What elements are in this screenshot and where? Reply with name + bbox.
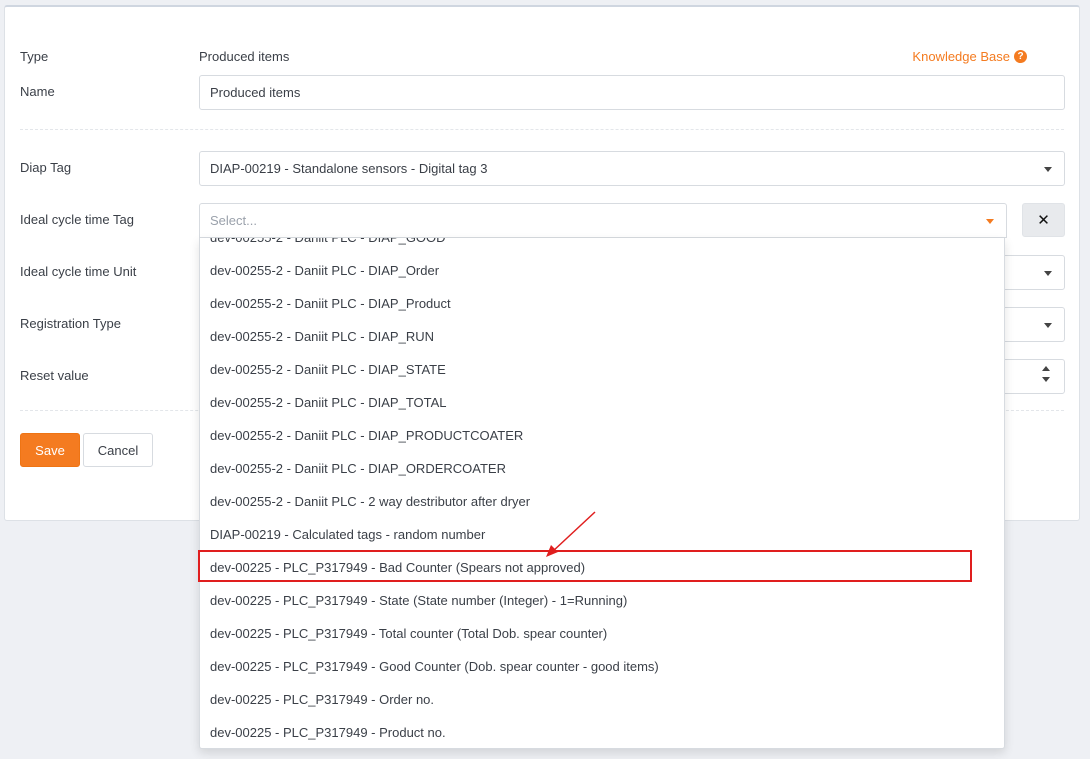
ideal-cycle-time-unit-label: Ideal cycle time Unit [20, 264, 137, 279]
dropdown-option[interactable]: dev-00225 - PLC_P317949 - Total counter … [200, 617, 1004, 650]
spinner-arrows-icon[interactable] [1042, 366, 1050, 382]
knowledge-base-label: Knowledge Base [912, 49, 1010, 64]
dropdown-option[interactable]: DIAP-00219 - Calculated tags - random nu… [200, 518, 1004, 551]
dropdown-option-list: dev-00255-2 - Daniit PLC - DIAP_GOODdev-… [200, 238, 1004, 748]
type-label: Type [20, 49, 49, 64]
dropdown-option[interactable]: dev-00255-2 - Daniit PLC - DIAP_GOOD [200, 238, 1004, 254]
diap-tag-select[interactable]: DIAP-00219 - Standalone sensors - Digita… [199, 151, 1065, 186]
ideal-cycle-time-tag-dropdown[interactable]: dev-00255-2 - Daniit PLC - DIAP_GOODdev-… [199, 238, 1005, 749]
dropdown-option[interactable]: dev-00255-2 - Daniit PLC - 2 way destrib… [200, 485, 1004, 518]
diap-tag-label: Diap Tag [20, 160, 72, 175]
spinner-down-icon[interactable] [1042, 377, 1050, 382]
cancel-button[interactable]: Cancel [83, 433, 153, 467]
caret-down-icon [1044, 166, 1052, 172]
type-value: Produced items [199, 49, 290, 64]
dropdown-option[interactable]: dev-00255-2 - Daniit PLC - DIAP_Product [200, 287, 1004, 320]
dropdown-option[interactable]: dev-00255-2 - Daniit PLC - DIAP_ORDERCOA… [200, 452, 1004, 485]
dropdown-option[interactable]: dev-00225 - PLC_P317949 - Product no. [200, 716, 1004, 748]
spinner-up-icon[interactable] [1042, 366, 1050, 371]
section-divider [20, 129, 1064, 130]
dropdown-option[interactable]: dev-00225 - PLC_P317949 - Good Counter (… [200, 650, 1004, 683]
dropdown-option[interactable]: dev-00225 - PLC_P317949 - Bad Counter (S… [200, 551, 1004, 584]
reset-value-label: Reset value [20, 368, 89, 383]
caret-down-icon [1044, 322, 1052, 328]
name-label: Name [20, 84, 55, 99]
dropdown-option[interactable]: dev-00255-2 - Daniit PLC - DIAP_PRODUCTC… [200, 419, 1004, 452]
dropdown-option[interactable]: dev-00255-2 - Daniit PLC - DIAP_Order [200, 254, 1004, 287]
caret-down-icon [986, 218, 994, 224]
save-button[interactable]: Save [20, 433, 80, 467]
clear-button[interactable]: ✕ [1022, 203, 1065, 237]
question-circle-icon: ? [1014, 50, 1027, 63]
caret-down-icon [1044, 270, 1052, 276]
diap-tag-value: DIAP-00219 - Standalone sensors - Digita… [210, 161, 488, 176]
ideal-cycle-time-tag-select[interactable]: Select... [199, 203, 1007, 238]
dropdown-option[interactable]: dev-00255-2 - Daniit PLC - DIAP_TOTAL [200, 386, 1004, 419]
ideal-cycle-time-tag-label: Ideal cycle time Tag [20, 212, 134, 227]
dropdown-option[interactable]: dev-00225 - PLC_P317949 - State (State n… [200, 584, 1004, 617]
registration-type-label: Registration Type [20, 316, 121, 331]
close-icon: ✕ [1037, 212, 1050, 229]
ideal-cycle-time-tag-placeholder: Select... [210, 213, 257, 228]
name-input-value: Produced items [210, 85, 301, 100]
dropdown-option[interactable]: dev-00255-2 - Daniit PLC - DIAP_STATE [200, 353, 1004, 386]
dropdown-option[interactable]: dev-00225 - PLC_P317949 - Order no. [200, 683, 1004, 716]
knowledge-base-link[interactable]: Knowledge Base ? [912, 49, 1027, 64]
name-input[interactable]: Produced items [199, 75, 1065, 110]
dropdown-option[interactable]: dev-00255-2 - Daniit PLC - DIAP_RUN [200, 320, 1004, 353]
